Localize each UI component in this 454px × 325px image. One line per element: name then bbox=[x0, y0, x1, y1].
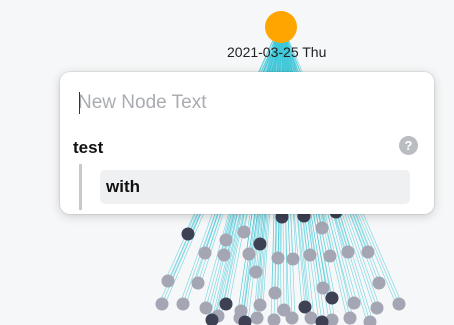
graph-node[interactable] bbox=[176, 297, 190, 311]
graph-node[interactable] bbox=[268, 286, 282, 300]
date-node-label: 2021-03-25 Thu bbox=[227, 44, 327, 60]
graph-node[interactable] bbox=[198, 246, 212, 260]
graph-node[interactable] bbox=[286, 252, 300, 266]
new-node-text-input[interactable] bbox=[78, 90, 408, 116]
node-editor-popover: test ? with bbox=[60, 72, 434, 214]
graph-node[interactable] bbox=[316, 281, 330, 295]
graph-node[interactable] bbox=[249, 265, 263, 279]
graph-node[interactable] bbox=[285, 311, 299, 325]
graph-node[interactable] bbox=[372, 276, 386, 290]
graph-node[interactable] bbox=[161, 274, 175, 288]
graph-node[interactable] bbox=[315, 221, 329, 235]
text-caret bbox=[79, 92, 80, 114]
child-indent-rule bbox=[79, 164, 82, 210]
parent-node-label: test bbox=[73, 138, 104, 157]
graph-node[interactable] bbox=[267, 313, 281, 325]
graph-node[interactable] bbox=[341, 245, 355, 259]
graph-node[interactable] bbox=[242, 247, 256, 261]
graph-node[interactable] bbox=[191, 276, 205, 290]
graph-node[interactable] bbox=[250, 311, 264, 325]
graph-node[interactable] bbox=[343, 311, 357, 325]
graph-node[interactable] bbox=[303, 248, 317, 262]
graph-node[interactable] bbox=[181, 227, 195, 241]
graph-node[interactable] bbox=[323, 249, 337, 263]
root-node[interactable] bbox=[265, 11, 297, 43]
graph-node[interactable] bbox=[253, 298, 267, 312]
graph-node[interactable] bbox=[347, 296, 361, 310]
graph-node[interactable] bbox=[298, 300, 312, 314]
graph-node[interactable] bbox=[155, 297, 169, 311]
graph-node[interactable] bbox=[237, 225, 251, 239]
graph-node[interactable] bbox=[217, 248, 231, 262]
graph-node[interactable] bbox=[199, 301, 213, 315]
graph-node[interactable] bbox=[361, 245, 375, 259]
graph-node[interactable] bbox=[219, 233, 233, 247]
graph-node[interactable] bbox=[271, 251, 285, 265]
child-node-item[interactable]: with bbox=[100, 170, 410, 204]
graph-node[interactable] bbox=[253, 237, 267, 251]
graph-node[interactable] bbox=[392, 297, 406, 311]
graph-node[interactable] bbox=[325, 291, 339, 305]
help-icon[interactable]: ? bbox=[399, 136, 418, 155]
graph-node[interactable] bbox=[370, 301, 384, 315]
graph-node[interactable] bbox=[219, 297, 233, 311]
